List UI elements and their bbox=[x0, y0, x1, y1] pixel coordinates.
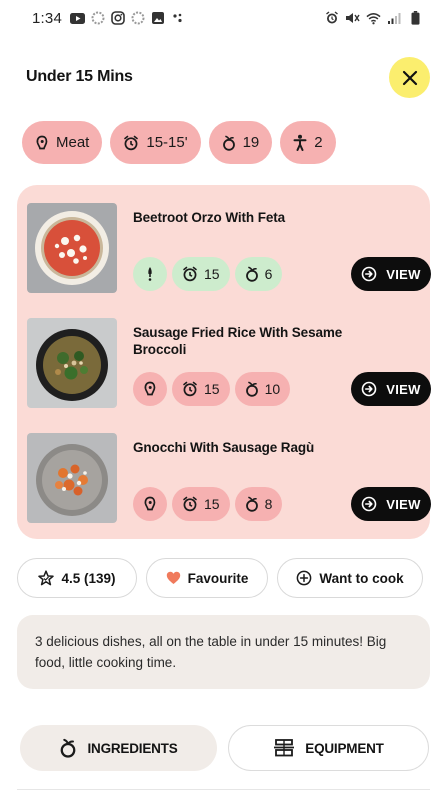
arrow-circle-icon bbox=[361, 266, 377, 282]
close-button[interactable] bbox=[389, 57, 430, 98]
recipe-title: Beetroot Orzo With Feta bbox=[133, 210, 286, 225]
page-title: Under 15 Mins bbox=[26, 68, 133, 85]
view-button[interactable]: VIEW bbox=[351, 372, 431, 406]
time-value: 15 bbox=[204, 381, 220, 397]
arrow-circle-icon bbox=[361, 381, 377, 397]
system-icons bbox=[324, 11, 423, 26]
want-to-cook-button[interactable]: Want to cook bbox=[277, 558, 423, 598]
ingredients-icon bbox=[61, 738, 76, 758]
diet-chip bbox=[133, 372, 167, 406]
status-bar: 1:34 bbox=[0, 0, 447, 36]
recipe-image-sausage-fried-rice bbox=[27, 318, 117, 408]
close-icon bbox=[402, 70, 417, 85]
tab-ingredients-label: INGREDIENTS bbox=[87, 740, 178, 756]
recipe-image-gnocchi bbox=[27, 433, 117, 523]
recipe-item[interactable]: Sausage Fried Rice With Sesame Broccoli … bbox=[27, 318, 431, 408]
meat-icon bbox=[144, 381, 156, 396]
ingredients-count: 10 bbox=[264, 381, 281, 397]
youtube-icon bbox=[70, 11, 85, 26]
tag-meat: Meat bbox=[22, 121, 103, 164]
recipe-meta: 15 8 bbox=[133, 487, 283, 521]
ingredients-count: 8 bbox=[264, 496, 273, 512]
meat-icon bbox=[36, 135, 48, 149]
ingredients-count: 6 bbox=[264, 266, 273, 282]
tag-label: 15-15' bbox=[146, 134, 188, 151]
time-chip: 15 bbox=[172, 257, 230, 291]
tag-time: 15-15' bbox=[110, 121, 201, 164]
gallery-icon bbox=[150, 11, 165, 26]
view-button[interactable]: VIEW bbox=[351, 257, 431, 291]
recipe-image-beetroot-orzo bbox=[27, 203, 117, 293]
tag-label: 2 bbox=[314, 134, 323, 151]
recipe-list-card: Beetroot Orzo With Feta 15 6 VIEW Sausag… bbox=[17, 185, 431, 539]
recipe-item[interactable]: Gnocchi With Sausage Ragù 15 8 VIEW bbox=[27, 433, 431, 523]
view-label: VIEW bbox=[386, 266, 421, 282]
recipe-meta: 15 10 bbox=[133, 372, 291, 406]
clock-icon bbox=[183, 381, 197, 397]
ingredients-chip: 10 bbox=[234, 372, 291, 406]
instagram-icon bbox=[110, 11, 125, 26]
recipe-meta: 15 6 bbox=[133, 257, 283, 291]
recipe-title: Sausage Fried Rice With Sesame Broccoli bbox=[133, 325, 343, 357]
time-value: 15 bbox=[204, 266, 220, 282]
heart-icon bbox=[166, 571, 180, 584]
view-label: VIEW bbox=[386, 381, 421, 397]
favourite-button[interactable]: Favourite bbox=[146, 558, 268, 598]
loading-icon bbox=[90, 11, 105, 26]
time-chip: 15 bbox=[172, 487, 230, 521]
loading-icon bbox=[130, 11, 145, 26]
ingredients-icon bbox=[245, 496, 258, 512]
rating-button[interactable]: 4.5 (139) bbox=[17, 558, 137, 598]
time-value: 15 bbox=[204, 496, 220, 512]
want-to-cook-label: Want to cook bbox=[319, 570, 404, 586]
tag-ingredients: 19 bbox=[208, 121, 273, 164]
diet-chip bbox=[133, 487, 167, 521]
ingredients-icon bbox=[222, 135, 235, 151]
header: Under 15 Mins bbox=[0, 54, 447, 100]
wifi-icon bbox=[366, 11, 381, 26]
clock-icon bbox=[124, 135, 139, 150]
battery-icon bbox=[408, 11, 423, 26]
collection-tags: Meat 15-15' 19 2 bbox=[22, 121, 336, 164]
time-chip: 15 bbox=[172, 372, 230, 406]
recipe-item[interactable]: Beetroot Orzo With Feta 15 6 VIEW bbox=[27, 203, 431, 293]
favourite-label: Favourite bbox=[187, 570, 249, 586]
clock-icon bbox=[183, 496, 197, 512]
vegetarian-icon bbox=[148, 267, 152, 281]
ingredients-chip: 8 bbox=[234, 487, 283, 521]
tag-label: 19 bbox=[242, 134, 260, 151]
clock-icon bbox=[183, 266, 197, 282]
tab-equipment[interactable]: EQUIPMENT bbox=[228, 725, 429, 771]
dots-icon bbox=[170, 11, 185, 26]
view-button[interactable]: VIEW bbox=[351, 487, 431, 521]
tag-label: Meat bbox=[56, 134, 90, 151]
bottom-divider bbox=[17, 789, 430, 790]
ingredients-icon bbox=[245, 381, 258, 397]
recipe-title: Gnocchi With Sausage Ragù bbox=[133, 440, 315, 455]
ingredients-chip: 6 bbox=[234, 257, 283, 291]
meat-icon bbox=[144, 496, 156, 511]
mute-icon bbox=[345, 11, 360, 26]
notification-icons bbox=[70, 11, 185, 26]
arrow-circle-icon bbox=[361, 496, 377, 512]
alarm-icon bbox=[324, 11, 339, 26]
person-icon bbox=[293, 134, 307, 151]
collection-actions: 4.5 (139) Favourite Want to cook bbox=[17, 558, 430, 598]
equipment-icon bbox=[274, 739, 295, 757]
star-icon bbox=[38, 570, 55, 586]
rating-label: 4.5 (139) bbox=[61, 570, 116, 586]
plus-circle-icon bbox=[297, 570, 312, 586]
tag-servings: 2 bbox=[280, 121, 336, 164]
diet-chip bbox=[133, 257, 167, 291]
ingredients-icon bbox=[245, 266, 258, 282]
tab-ingredients[interactable]: INGREDIENTS bbox=[20, 725, 217, 771]
status-time: 1:34 bbox=[32, 9, 62, 27]
collection-description: 3 delicious dishes, all on the table in … bbox=[17, 615, 430, 689]
signal-icon bbox=[387, 11, 402, 26]
view-label: VIEW bbox=[386, 496, 421, 512]
tab-equipment-label: EQUIPMENT bbox=[305, 740, 384, 756]
